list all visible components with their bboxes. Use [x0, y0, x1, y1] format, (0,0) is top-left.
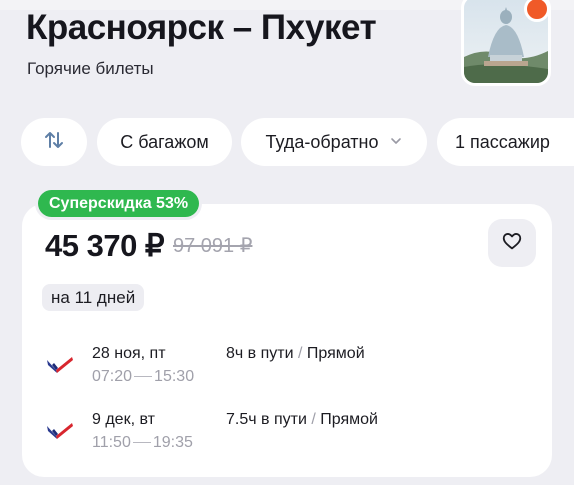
flight-segment-return: 9 дек, вт 11:50 19:35 7.5ч в пути / Прямо… [0, 406, 574, 466]
time-dash [134, 376, 153, 378]
departure-time: 07:20 [92, 368, 133, 385]
price: 45 370 ₽ [45, 228, 165, 263]
trip-type-dropdown[interactable]: Туда-обратно [241, 118, 427, 166]
flight-type: Прямой [306, 345, 365, 362]
chevron-down-icon [389, 132, 403, 153]
trip-duration-chip: на 11 дней [42, 284, 145, 311]
filter-bar: С багажом Туда-обратно 1 пассажир [0, 118, 574, 166]
passengers-label: 1 пассажир [455, 131, 550, 152]
segment-info: 7.5ч в пути / Прямой [226, 410, 378, 430]
old-price: 97 091 ₽ [173, 235, 253, 257]
airline-logo [44, 414, 76, 446]
discount-badge: Суперскидка 53% [38, 190, 200, 217]
sort-arrows-icon [42, 128, 66, 157]
baggage-filter-label: С багажом [120, 131, 209, 152]
travel-time: 8ч в пути [226, 345, 294, 362]
favorite-button[interactable] [488, 219, 536, 267]
departure-time: 11:50 [92, 434, 131, 451]
travel-time: 7.5ч в пути [226, 411, 307, 428]
segment-info: 8ч в пути / Прямой [226, 344, 365, 364]
arrival-time: 15:30 [154, 368, 195, 385]
segment-date: 28 ноя, пт [92, 345, 166, 362]
passengers-chip[interactable]: 1 пассажир [437, 118, 574, 166]
time-dash [132, 442, 151, 444]
heart-icon [501, 230, 523, 257]
baggage-filter-chip[interactable]: С багажом [97, 118, 232, 166]
airline-logo [44, 348, 76, 380]
segment-date: 9 дек, вт [92, 411, 155, 428]
segment-times: 11:50 19:35 [92, 433, 193, 453]
page-subtitle: Горячие билеты [27, 59, 154, 78]
info-separator: / [298, 345, 303, 362]
arrival-time: 19:35 [152, 434, 193, 451]
segment-times: 07:20 15:30 [92, 367, 194, 387]
trip-type-label: Туда-обратно [265, 131, 379, 152]
sort-button[interactable] [21, 118, 87, 166]
flight-type: Прямой [320, 411, 378, 428]
page-title: Красноярск – Пхукет [26, 8, 377, 47]
info-separator: / [311, 411, 316, 428]
flight-segment-outbound: 28 ноя, пт 07:20 15:30 8ч в пути / Прямой [0, 340, 574, 400]
